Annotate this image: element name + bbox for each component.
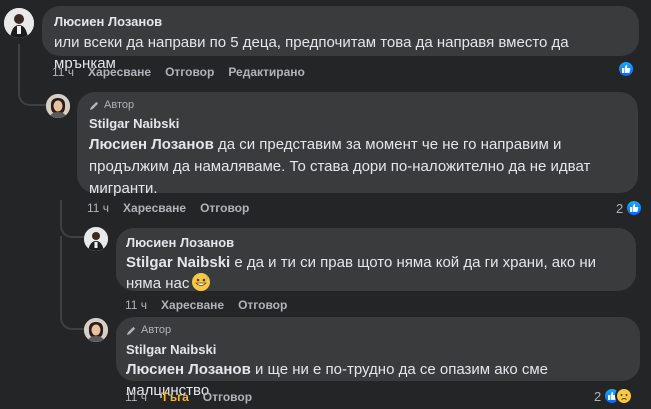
- avatar[interactable]: [84, 318, 108, 342]
- reaction-summary[interactable]: [617, 60, 635, 78]
- avatar[interactable]: [4, 8, 34, 38]
- comment-text: Люсиен Лозанов да си представим за момен…: [89, 134, 626, 200]
- avatar[interactable]: [46, 94, 70, 118]
- reply-button[interactable]: Отговор: [165, 65, 214, 79]
- mention-link[interactable]: Stilgar Naibski: [126, 254, 230, 271]
- comment-author[interactable]: Stilgar Naibski: [89, 115, 626, 132]
- like-icon: [617, 60, 635, 78]
- comment-timestamp[interactable]: 11 ч: [87, 201, 109, 215]
- comment-text: Stilgar Naibski е да и ти си прав щото н…: [126, 252, 626, 294]
- thread-line-branch-2: [60, 236, 84, 330]
- mention-link[interactable]: Люсиен Лозанов: [126, 361, 251, 378]
- grin-sweat-emoji: [192, 273, 211, 291]
- reply-button[interactable]: Отговор: [203, 390, 252, 404]
- comment-actions: 11 ч Тъга Отговор: [125, 389, 266, 405]
- author-badge-label: Автор: [104, 99, 135, 111]
- reaction-count: 2: [594, 388, 602, 404]
- comment-actions: 11 ч Харесване Отговор: [125, 297, 301, 313]
- thread-line-branch: [60, 200, 84, 238]
- reaction-summary[interactable]: 2: [616, 199, 644, 217]
- comment-actions: 11 ч Харесване Отговор Редактирано: [52, 64, 319, 80]
- person-photo-icon: [4, 8, 34, 38]
- like-button[interactable]: Харесване: [161, 298, 224, 312]
- reaction-count: 2: [616, 200, 624, 216]
- comment-timestamp[interactable]: 11 ч: [125, 298, 147, 312]
- sad-reaction-button[interactable]: Тъга: [161, 390, 189, 404]
- comment-bubble: Автор Stilgar Naibski Люсиен Лозанов и щ…: [116, 317, 640, 399]
- comment-bubble: Автор Stilgar Naibski Люсиен Лозанов да …: [77, 92, 638, 197]
- like-button[interactable]: Харесване: [88, 65, 151, 79]
- comment-actions: 11 ч Харесване Отговор: [87, 200, 263, 216]
- person-photo-icon: [84, 227, 108, 251]
- avatar[interactable]: [84, 227, 108, 251]
- author-badge-label: Автор: [141, 324, 172, 336]
- mention-link[interactable]: Люсиен Лозанов: [89, 136, 214, 153]
- person-photo-icon: [46, 94, 70, 118]
- comment-bubble: Люсиен Лозанов Stilgar Naibski е да и ти…: [116, 228, 636, 294]
- author-badge: Автор: [126, 323, 630, 337]
- edited-label[interactable]: Редактирано: [228, 65, 305, 79]
- reply-button[interactable]: Отговор: [200, 201, 249, 215]
- like-button[interactable]: Харесване: [123, 201, 186, 215]
- comment-timestamp[interactable]: 11 ч: [125, 390, 147, 404]
- reaction-summary[interactable]: 2: [594, 387, 634, 405]
- pencil-icon: [89, 101, 99, 110]
- thread-line-main: [18, 44, 48, 106]
- comment-author[interactable]: Люсиен Лозанов: [54, 13, 627, 30]
- comment-author[interactable]: Stilgar Naibski: [126, 341, 630, 358]
- person-photo-icon: [84, 318, 108, 342]
- pencil-icon: [126, 326, 136, 335]
- sad-icon: [615, 387, 634, 405]
- reply-button[interactable]: Отговор: [238, 298, 287, 312]
- like-icon: [625, 199, 644, 217]
- comment-timestamp[interactable]: 11 ч: [52, 65, 74, 79]
- comment-bubble: Люсиен Лозанов или всеки да направи по 5…: [42, 6, 639, 72]
- author-badge: Автор: [89, 98, 626, 112]
- comment-author[interactable]: Люсиен Лозанов: [126, 234, 626, 251]
